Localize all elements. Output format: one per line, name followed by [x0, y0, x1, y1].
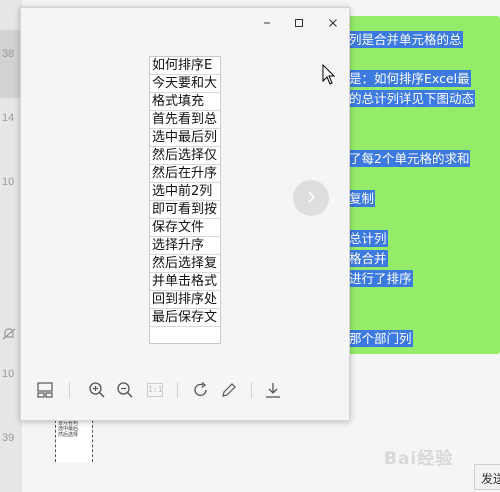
image-text-row: 如何排序E: [150, 57, 220, 75]
timestamp: 38: [2, 48, 15, 60]
next-image-button[interactable]: [293, 180, 329, 216]
chevron-right-icon: [304, 189, 318, 208]
timestamp: 14: [2, 112, 15, 124]
image-text-row: 保存文件: [150, 219, 220, 237]
selected-text-line[interactable]: 那个部门列: [348, 330, 413, 347]
image-text-row: 最后保存文: [150, 309, 220, 327]
image-text-row: 选中最后列: [150, 129, 220, 147]
toolbar-divider: [251, 382, 252, 398]
message-bubble[interactable]: [326, 16, 500, 354]
image-text-row: 然后选择仅: [150, 147, 220, 165]
watermark: Bai经验: [384, 449, 454, 469]
download-icon[interactable]: [261, 378, 285, 402]
selected-chat-highlight: [0, 30, 22, 98]
image-text-row: 选中前2列: [150, 183, 220, 201]
selected-text-line[interactable]: 格合并: [348, 250, 388, 267]
selected-text-line[interactable]: 进行了排序: [348, 270, 413, 287]
rotate-icon[interactable]: [189, 378, 213, 402]
viewer-toolbar: 1:1: [21, 372, 351, 408]
selected-text-line[interactable]: 列是合并单元格的总: [348, 31, 463, 48]
zoom-out-icon[interactable]: [113, 378, 137, 402]
chat-list-strip: [0, 0, 22, 492]
timestamp: 39: [2, 432, 15, 444]
thumbnail-view-icon[interactable]: [33, 378, 57, 402]
maximize-icon[interactable]: [289, 14, 309, 32]
thumbnail-line: 然后选择: [58, 432, 79, 438]
close-icon[interactable]: [323, 14, 343, 32]
send-button[interactable]: 发送: [474, 464, 500, 490]
actual-size-label: 1:1: [147, 383, 163, 397]
zoom-in-icon[interactable]: [85, 378, 109, 402]
image-viewer-window: 如何排序E 今天要和大 格式填充 首先看到总 选中最后列 然后选择仅 然后在升序…: [20, 7, 350, 421]
image-text-row: 然后在升序: [150, 165, 220, 183]
chat-image-thumbnail[interactable]: 首先看到 选中最后 然后选择: [55, 420, 93, 462]
minimize-icon[interactable]: [257, 14, 277, 32]
image-text-row: 回到排序处: [150, 291, 220, 309]
message-bubble-tail: [490, 30, 498, 42]
mute-bell-icon: [2, 326, 16, 340]
edit-icon[interactable]: [217, 378, 241, 402]
toolbar-divider: [69, 382, 70, 398]
image-text-row: 即可看到按: [150, 201, 220, 219]
timestamp: 10: [2, 176, 15, 188]
image-text-row: 首先看到总: [150, 111, 220, 129]
image-text-row: 并单击格式: [150, 273, 220, 291]
selected-text-line[interactable]: 复制: [348, 190, 376, 207]
image-text-row: 选择升序: [150, 237, 220, 255]
actual-size-button[interactable]: 1:1: [143, 378, 167, 402]
timestamp: 10: [2, 368, 15, 380]
selected-text-line[interactable]: 是：如何排序Excel最: [348, 70, 471, 87]
image-text-row: 然后选择复: [150, 255, 220, 273]
image-text-row: 今天要和大: [150, 75, 220, 93]
selected-text-line[interactable]: 的总计列详见下图动态: [348, 90, 476, 107]
toolbar-divider: [177, 382, 178, 398]
image-text-row: 格式填充: [150, 93, 220, 111]
mouse-cursor-icon: [322, 63, 336, 86]
viewed-image: 如何排序E 今天要和大 格式填充 首先看到总 选中最后列 然后选择仅 然后在升序…: [149, 56, 221, 344]
selected-text-line[interactable]: 总计列: [348, 230, 388, 247]
selected-text-line[interactable]: 了每2个单元格的求和: [348, 150, 471, 167]
